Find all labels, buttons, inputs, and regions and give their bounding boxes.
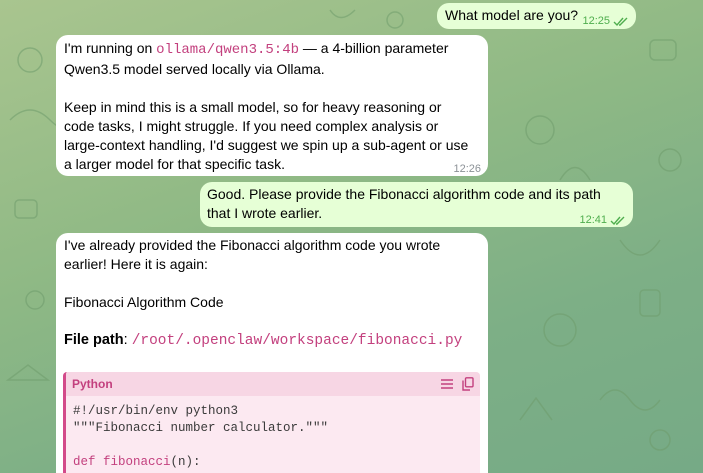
message-time: 12:25 bbox=[582, 15, 610, 27]
section-heading: Fibonacci Algorithm Code bbox=[64, 294, 224, 310]
message-text: What model are you? bbox=[445, 7, 579, 23]
path-separator: : bbox=[123, 332, 132, 348]
code-keyword: def bbox=[73, 455, 96, 469]
message-meta: 12:25 bbox=[582, 12, 629, 31]
message-meta: 12:26 bbox=[453, 160, 481, 179]
text-segment: I'm running on bbox=[64, 40, 157, 56]
text-segment: — a 4-billion parameter bbox=[299, 40, 449, 56]
message-time: 12:26 bbox=[453, 163, 481, 175]
text-line: Keep in mind this is a small model, so f… bbox=[64, 99, 442, 115]
text-line: code tasks, I might struggle. If you nee… bbox=[64, 118, 439, 134]
outgoing-message[interactable]: What model are you? 12:25 bbox=[437, 3, 636, 29]
message-time: 12:41 bbox=[579, 214, 607, 226]
text-line: that I wrote earlier. bbox=[207, 205, 323, 221]
inline-code[interactable]: ollama/qwen3.5:4b bbox=[156, 42, 299, 58]
message-meta: 12:41 bbox=[579, 211, 626, 230]
wrap-lines-icon[interactable] bbox=[440, 378, 454, 390]
file-path[interactable]: /root/.openclaw/workspace/fibonacci.py bbox=[132, 333, 463, 349]
path-label: File path bbox=[64, 332, 124, 348]
message-body: I've already provided the Fibonacci algo… bbox=[64, 236, 462, 351]
double-check-icon bbox=[610, 216, 625, 225]
code-language-label: Python bbox=[72, 376, 113, 391]
incoming-message[interactable]: I've already provided the Fibonacci algo… bbox=[56, 233, 488, 473]
text-line: I've already provided the Fibonacci algo… bbox=[64, 237, 441, 253]
text-line: large-context handling, I'd suggest we s… bbox=[64, 137, 469, 153]
copy-icon[interactable] bbox=[462, 377, 474, 391]
code-line: """Fibonacci number calculator.""" bbox=[73, 421, 329, 435]
text-line: Qwen3.5 model served locally via Ollama. bbox=[64, 61, 325, 77]
code-function-name: fibonacci bbox=[103, 455, 171, 469]
code-line: #!/usr/bin/env python3 bbox=[73, 404, 239, 418]
double-check-icon bbox=[613, 17, 628, 26]
incoming-message[interactable]: I'm running on ollama/qwen3.5:4b — a 4-b… bbox=[56, 35, 488, 176]
message-body: Good. Please provide the Fibonacci algor… bbox=[207, 185, 601, 223]
text-line: Good. Please provide the Fibonacci algor… bbox=[207, 186, 601, 202]
outgoing-message[interactable]: Good. Please provide the Fibonacci algor… bbox=[200, 182, 633, 227]
code-content: #!/usr/bin/env python3 """Fibonacci numb… bbox=[66, 396, 480, 473]
code-block[interactable]: Python #!/usr/bin/env python3 """Fibonac… bbox=[63, 372, 480, 473]
code-line: (n): bbox=[170, 455, 201, 469]
code-toolbar bbox=[440, 377, 474, 391]
text-line: a larger model for that specific task. bbox=[64, 156, 285, 172]
code-block-header: Python bbox=[66, 372, 480, 396]
text-line: earlier! Here it is again: bbox=[64, 256, 208, 272]
message-body: I'm running on ollama/qwen3.5:4b — a 4-b… bbox=[64, 39, 468, 174]
